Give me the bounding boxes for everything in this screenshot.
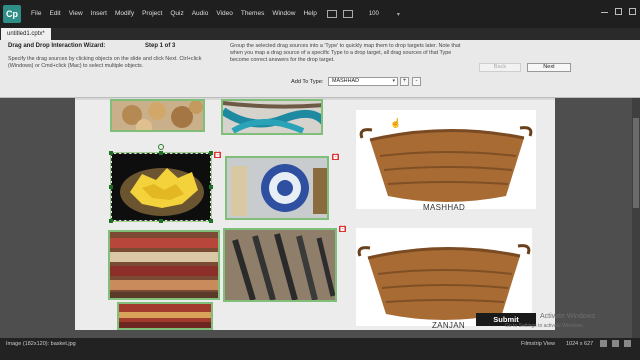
drag-source-plates[interactable] [225,156,329,220]
drag-source-carpets[interactable] [108,230,220,300]
add-type-label: Add To Type: [291,79,324,85]
menu-video[interactable]: Video [212,0,237,28]
window-controls [601,8,636,15]
resize-handle[interactable] [209,185,213,189]
menu-modify[interactable]: Modify [111,0,138,28]
grid-icon[interactable] [612,340,619,347]
scroll-thumb[interactable] [633,118,639,208]
rotate-handle-icon[interactable] [158,144,164,150]
main-menu: File Edit View Insert Modify Project Qui… [27,0,321,28]
type-select[interactable]: MASHHAD ▾ [328,77,398,86]
basket-image [357,244,531,320]
menu-edit[interactable]: Edit [45,0,64,28]
turquoise-beads-image [223,101,321,133]
drag-source-marker: [-] [214,152,221,158]
menu-window[interactable]: Window [268,0,299,28]
resize-handle[interactable] [109,151,113,155]
menu-insert[interactable]: Insert [87,0,111,28]
activate-windows-watermark: Activate Windows [540,313,596,320]
menu-project[interactable]: Project [138,0,166,28]
gaz-sweets-image [112,154,210,220]
cookies-image [112,101,203,130]
drag-source-beads[interactable] [221,99,323,135]
menu-view[interactable]: View [65,0,87,28]
drag-source-gaz-selected[interactable] [110,152,212,222]
menu-quiz[interactable]: Quiz [166,0,187,28]
wizard-title: Drag and Drop Interaction Wizard: [8,43,106,49]
rolled-carpets-image [110,232,218,298]
target-label-mashhad: MASHHAD [423,203,466,212]
minimize-icon[interactable] [601,8,608,13]
drag-source-knives[interactable] [223,228,337,302]
drop-target-mashhad[interactable] [356,110,536,209]
resize-handle[interactable] [109,185,113,189]
menu-help[interactable]: Help [299,0,320,28]
screen-icon[interactable] [326,10,337,18]
drag-source-textiles[interactable] [117,302,213,330]
maximize-icon[interactable] [615,8,622,15]
selection-status: Image (182x120): basket.jpg [6,341,76,347]
target-label-zanjan: ZANJAN [432,321,465,330]
ceramic-plates-image [227,158,327,218]
hand-cursor-icon: ☝ [390,118,402,128]
zoom-level[interactable]: 100 [369,11,379,17]
drag-source-marker: [-] [339,226,346,232]
wizard-help-text: Group the selected drag sources into a '… [230,43,461,63]
filmstrip-view-toggle[interactable]: Filmstrip View [521,341,555,347]
document-tabbar: untitled1.cptx* [0,28,640,40]
document-tab[interactable]: untitled1.cptx* [1,28,51,40]
status-icons [600,340,631,347]
resize-handle[interactable] [209,151,213,155]
knives-image [225,230,335,300]
resize-handle[interactable] [159,219,163,223]
menu-themes[interactable]: Themes [237,0,268,28]
menubar: Cp File Edit View Insert Modify Project … [0,0,640,28]
mail-icon[interactable] [342,10,353,18]
menu-audio[interactable]: Audio [188,0,213,28]
resize-handle[interactable] [109,219,113,223]
fit-icon[interactable] [624,340,631,347]
wizard-description: Specify the drag sources by clicking obj… [8,56,202,69]
chevron-down-icon: ▾ [392,78,395,84]
next-button[interactable]: Next [527,63,571,72]
app-logo: Cp [3,5,21,23]
captivate-window: Cp File Edit View Insert Modify Project … [0,0,640,360]
vertical-scrollbar[interactable] [632,98,640,338]
add-type-button[interactable]: + [400,77,409,86]
zoom-chevron-down-icon[interactable]: ▾ [397,11,400,18]
textiles-image [119,304,211,328]
drag-drop-wizard: Drag and Drop Interaction Wizard: Step 1… [0,40,640,98]
drag-source-marker: [-] [332,154,339,160]
wizard-step: Step 1 of 3 [145,43,176,49]
statusbar: Image (182x120): basket.jpg Filmstrip Vi… [0,338,640,360]
remove-type-button[interactable]: - [412,77,421,86]
resize-handle[interactable] [209,219,213,223]
drop-target-zanjan[interactable] [356,228,532,326]
drag-source-cookies[interactable] [110,99,205,132]
activate-windows-subtext: Go to Settings to activate Windows. [505,323,584,329]
close-icon[interactable] [629,8,636,15]
resize-handle[interactable] [159,151,163,155]
pause-icon[interactable] [600,340,607,347]
project-dimensions: 1024 x 627 [566,341,594,347]
basket-image [359,126,533,202]
type-select-value: MASHHAD [332,78,359,84]
back-button[interactable]: Back [479,63,521,72]
menu-file[interactable]: File [27,0,45,28]
